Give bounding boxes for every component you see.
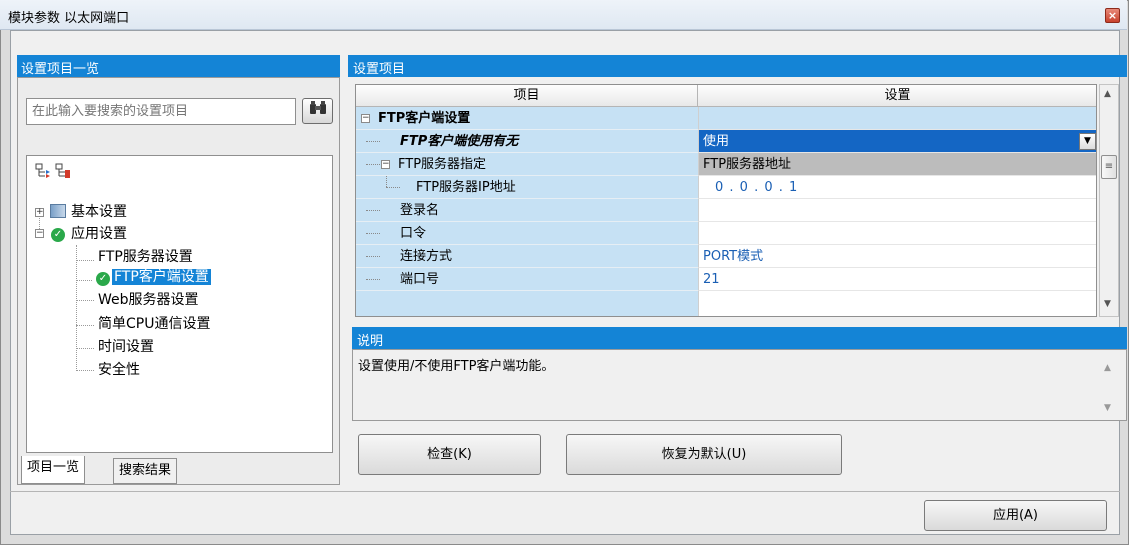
column-header-item: 项目 (356, 85, 698, 107)
divider (10, 491, 1120, 492)
grid-label-cell: 连接方式 (356, 245, 698, 268)
chevron-up-icon[interactable]: ▲ (1104, 363, 1111, 373)
row-label: FTP服务器指定 (398, 157, 487, 172)
grid-row[interactable]: FTP服务器IP地址 0 . 0 . 0 . 1 (356, 176, 1096, 199)
tree-item-web-server[interactable]: Web服务器设置 (98, 290, 199, 310)
row-label: FTP客户端设置 (378, 111, 471, 126)
collapse-all-icon[interactable] (55, 163, 71, 179)
tree-item-basic-settings[interactable]: 基本设置 (71, 202, 127, 222)
tree-connector (76, 348, 94, 349)
close-button[interactable]: × (1105, 8, 1120, 23)
settings-grid: 项目 设置 − FTP客户端设置 FTP客户端使用有无 使用 ▼ − FTP服务… (355, 84, 1097, 317)
check-icon: ✓ (51, 228, 65, 242)
settings-items-header: 设置项目 (348, 55, 1127, 77)
chevron-up-icon[interactable]: ▲ (1104, 89, 1111, 99)
chevron-down-icon[interactable]: ▼ (1079, 133, 1096, 150)
password-field[interactable] (698, 222, 1096, 245)
grid-label-cell: − FTP客户端设置 (356, 107, 698, 130)
description-header: 说明 (352, 327, 1127, 349)
settings-list-header: 设置项目一览 (17, 55, 340, 77)
check-button[interactable]: 检查(K) (358, 434, 541, 475)
search-button[interactable] (302, 98, 333, 124)
grid-row[interactable]: − FTP客户端设置 (356, 107, 1096, 130)
grid-filler (356, 291, 698, 316)
collapse-toggle[interactable]: − (381, 160, 390, 169)
scrollbar-thumb[interactable]: ≡ (1101, 155, 1117, 179)
tree-item-application-settings[interactable]: 应用设置 (71, 224, 127, 244)
tree-connector (76, 325, 94, 326)
grid-label-cell: 端口号 (356, 268, 698, 291)
binoculars-icon (309, 101, 327, 120)
tree-item-security[interactable]: 安全性 (98, 360, 140, 380)
grid-scrollbar[interactable]: ▲ ≡ ▼ (1099, 84, 1119, 317)
grid-value-cell[interactable]: FTP服务器地址 (698, 153, 1096, 176)
tree-item-ftp-server[interactable]: FTP服务器设置 (98, 247, 193, 267)
tree-item-time[interactable]: 时间设置 (98, 337, 154, 357)
check-icon: ✓ (96, 272, 110, 286)
row-label: 登录名 (400, 203, 440, 218)
tree-connector (76, 260, 94, 261)
expand-all-icon[interactable] (35, 163, 51, 179)
login-name-field[interactable] (698, 199, 1096, 222)
search-input[interactable] (26, 98, 296, 125)
grid-row[interactable]: 连接方式 PORT模式 (356, 245, 1096, 268)
expand-toggle-basic[interactable]: + (35, 208, 44, 217)
chevron-down-icon[interactable]: ▼ (1104, 299, 1111, 309)
grid-row[interactable]: − FTP服务器指定 FTP服务器地址 (356, 153, 1096, 176)
grid-row[interactable]: 登录名 (356, 199, 1096, 222)
collapse-toggle-app[interactable]: − (35, 229, 44, 238)
port-number-field[interactable]: 21 (698, 268, 1096, 291)
description-scrollbar[interactable]: ▲ ▼ (1097, 355, 1119, 419)
grid-label-cell: − FTP服务器指定 (356, 153, 698, 176)
chevron-down-icon[interactable]: ▼ (1104, 403, 1111, 413)
tree-connector (76, 245, 77, 369)
row-label: 端口号 (400, 272, 440, 287)
tree-connector (76, 280, 92, 281)
tab-item-list[interactable]: 项目一览 (21, 456, 86, 484)
grid-filler (698, 291, 1096, 316)
grid-label-cell: FTP服务器IP地址 (356, 176, 698, 199)
connection-mode-field[interactable]: PORT模式 (698, 245, 1096, 268)
window-title: 模块参数 以太网端口 (8, 11, 130, 26)
grid-row[interactable]: 口令 (356, 222, 1096, 245)
tree-item-ftp-client[interactable]: FTP客户端设置 (112, 267, 211, 287)
grid-label-cell: 口令 (356, 222, 698, 245)
grid-label-cell: FTP客户端使用有无 (356, 130, 698, 153)
row-label: FTP客户端使用有无 (400, 134, 519, 149)
ftp-client-usage-select[interactable]: 使用 ▼ (698, 130, 1096, 153)
grid-row[interactable]: FTP客户端使用有无 使用 ▼ (356, 130, 1096, 153)
column-header-setting: 设置 (698, 85, 1096, 107)
tree-connector (76, 370, 94, 371)
tree-item-simple-cpu[interactable]: 简单CPU通信设置 (98, 314, 210, 334)
grid-label-cell: 登录名 (356, 199, 698, 222)
collapse-toggle[interactable]: − (361, 114, 370, 123)
close-icon: × (1107, 9, 1118, 22)
row-label: FTP服务器IP地址 (416, 180, 516, 195)
row-label: 连接方式 (400, 249, 453, 264)
grid-row[interactable]: 端口号 21 (356, 268, 1096, 291)
apply-button[interactable]: 应用(A) (924, 500, 1107, 531)
tab-search-results[interactable]: 搜索结果 (113, 458, 178, 484)
title-bar: 模块参数 以太网端口 × (0, 0, 1127, 30)
description-text: 设置使用/不使用FTP客户端功能。 (352, 349, 1127, 421)
tree-connector (76, 300, 94, 301)
grid-value-cell (698, 107, 1096, 130)
row-label: 口令 (400, 226, 427, 241)
restore-default-button[interactable]: 恢复为默认(U) (566, 434, 842, 475)
settings-group-icon (50, 204, 66, 218)
ip-address-field[interactable]: 0 . 0 . 0 . 1 (698, 176, 1096, 199)
